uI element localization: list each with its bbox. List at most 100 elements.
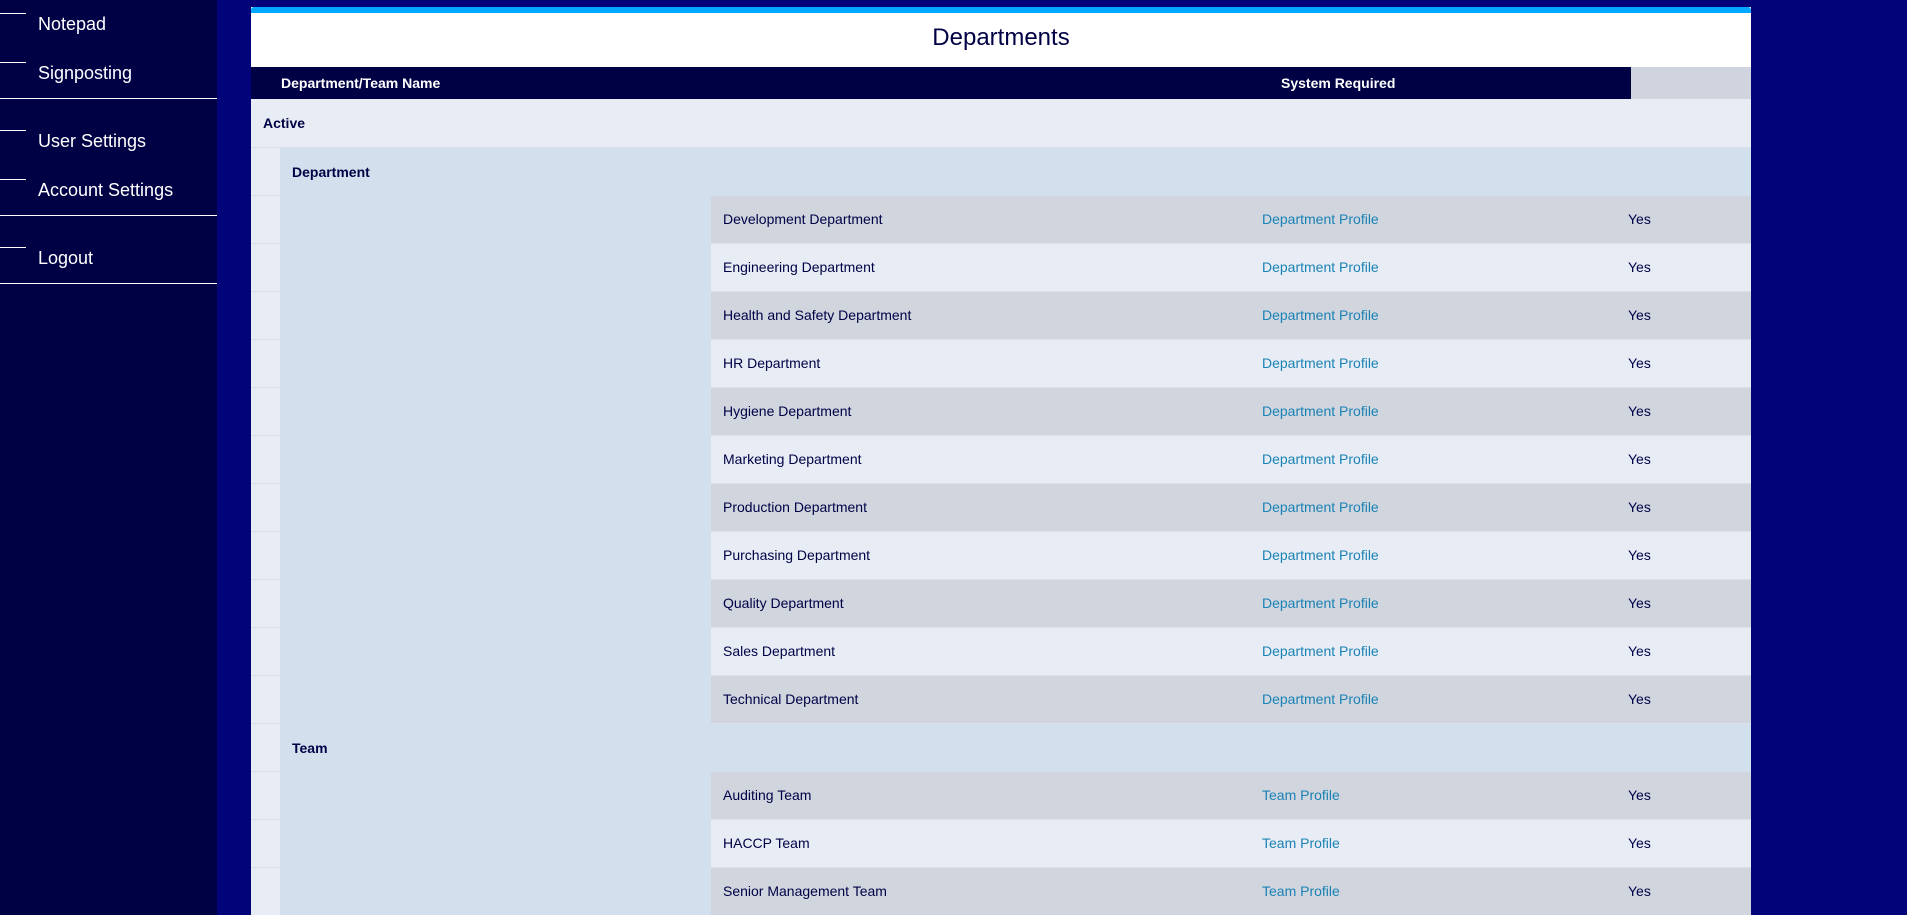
table-row: Development Department Department Profile… bbox=[711, 196, 1751, 244]
system-required-value: Yes bbox=[1628, 307, 1651, 323]
system-required-value: Yes bbox=[1628, 547, 1651, 563]
column-header-system-required[interactable]: System Required bbox=[1281, 67, 1631, 99]
table-row: Auditing Team Team Profile Yes bbox=[711, 772, 1751, 820]
indent-stripe bbox=[251, 724, 280, 772]
nav-divider-tick bbox=[0, 130, 26, 131]
table-row: HR Department Department Profile Yes bbox=[711, 340, 1751, 388]
table-row: HACCP Team Team Profile Yes bbox=[711, 820, 1751, 868]
indent-stripe bbox=[251, 388, 280, 436]
system-required-value: Yes bbox=[1628, 595, 1651, 611]
system-required-value: Yes bbox=[1628, 259, 1651, 275]
indent-stripe bbox=[251, 148, 280, 196]
row-name: Development Department bbox=[723, 211, 883, 227]
profile-link[interactable]: Team Profile bbox=[1262, 772, 1628, 819]
nav-item-signposting[interactable]: Signposting bbox=[0, 49, 217, 98]
sidebar: Notepad Signposting User Settings Accoun… bbox=[0, 0, 217, 915]
nav-item-logout[interactable]: Logout bbox=[0, 234, 217, 283]
nav-divider-tick bbox=[0, 13, 26, 14]
row-name: Purchasing Department bbox=[723, 547, 871, 563]
group-team: Team Auditing Team Team Profile Yes HACCP Te… bbox=[280, 724, 1751, 915]
profile-link[interactable]: Department Profile bbox=[1262, 628, 1628, 675]
profile-link[interactable]: Department Profile bbox=[1262, 196, 1628, 243]
departments-panel: Departments Department/Team Name System … bbox=[251, 7, 1751, 915]
nav-divider-tick bbox=[0, 179, 26, 180]
profile-link[interactable]: Department Profile bbox=[1262, 532, 1628, 579]
profile-link[interactable]: Department Profile bbox=[1262, 292, 1628, 339]
nav-item-label: Signposting bbox=[38, 63, 133, 83]
table-row: Technical Department Department Profile Ye… bbox=[711, 676, 1751, 724]
system-required-value: Yes bbox=[1628, 355, 1651, 371]
table-row: Quality Department Department Profile Yes bbox=[711, 580, 1751, 628]
system-required-value: Yes bbox=[1628, 451, 1651, 467]
profile-link[interactable]: Department Profile bbox=[1262, 388, 1628, 435]
indent-stripe bbox=[251, 196, 280, 244]
nav-item-label: Account Settings bbox=[38, 180, 174, 200]
nav-item-label: Logout bbox=[38, 248, 94, 268]
system-required-value: Yes bbox=[1628, 211, 1651, 227]
system-required-value: Yes bbox=[1628, 499, 1651, 515]
column-header-blank bbox=[1631, 67, 1751, 99]
profile-link[interactable]: Team Profile bbox=[1262, 868, 1628, 915]
indent-stripe bbox=[251, 532, 280, 580]
group-label: Department bbox=[292, 164, 370, 180]
indent-stripe bbox=[251, 772, 280, 820]
table-row: Health and Safety Department Department P… bbox=[711, 292, 1751, 340]
row-name: Health and Safety Department bbox=[723, 307, 912, 323]
profile-link[interactable]: Team Profile bbox=[1262, 820, 1628, 867]
table-row: Purchasing Department Department Profile Y… bbox=[711, 532, 1751, 580]
group-label: Team bbox=[292, 740, 328, 756]
system-required-value: Yes bbox=[1628, 403, 1651, 419]
row-name: HR Department bbox=[723, 355, 821, 371]
page-title: Departments bbox=[251, 13, 1751, 67]
nav-divider-tick bbox=[0, 62, 26, 63]
row-name: Marketing Department bbox=[723, 451, 862, 467]
indent-stripe bbox=[251, 484, 280, 532]
profile-link[interactable]: Department Profile bbox=[1262, 676, 1628, 723]
table-row: Hygiene Department Department Profile Yes bbox=[711, 388, 1751, 436]
row-name: HACCP Team bbox=[723, 835, 810, 851]
profile-link[interactable]: Department Profile bbox=[1262, 244, 1628, 291]
table-row: Production Department Department Profile Y… bbox=[711, 484, 1751, 532]
profile-link[interactable]: Department Profile bbox=[1262, 436, 1628, 483]
nav-group-session: Logout bbox=[0, 234, 217, 284]
indent-stripe bbox=[251, 868, 280, 915]
indent-stripe bbox=[251, 244, 280, 292]
row-name: Production Department bbox=[723, 499, 867, 515]
table-row: Senior Management Team Team Profile Yes bbox=[711, 868, 1751, 915]
indent-stripe bbox=[251, 580, 280, 628]
system-required-value: Yes bbox=[1628, 643, 1651, 659]
row-name: Technical Department bbox=[723, 691, 859, 707]
column-header-name[interactable]: Department/Team Name bbox=[251, 67, 1281, 99]
indent-stripe bbox=[251, 676, 280, 724]
indent-stripe bbox=[251, 292, 280, 340]
status-group-active: Active bbox=[251, 99, 1751, 148]
row-name: Quality Department bbox=[723, 595, 844, 611]
row-name: Hygiene Department bbox=[723, 403, 852, 419]
nav-item-account-settings[interactable]: Account Settings bbox=[0, 166, 217, 215]
row-name: Engineering Department bbox=[723, 259, 875, 275]
table-row: Marketing Department Department Profile Ye… bbox=[711, 436, 1751, 484]
profile-link[interactable]: Department Profile bbox=[1262, 484, 1628, 531]
nav-item-label: User Settings bbox=[38, 131, 147, 151]
indent-stripe bbox=[251, 340, 280, 388]
nav-item-user-settings[interactable]: User Settings bbox=[0, 117, 217, 166]
nav-group-tools: Notepad Signposting bbox=[0, 0, 217, 99]
profile-link[interactable]: Department Profile bbox=[1262, 340, 1628, 387]
nav-item-notepad[interactable]: Notepad bbox=[0, 0, 217, 49]
indent-stripe bbox=[251, 628, 280, 676]
profile-link[interactable]: Department Profile bbox=[1262, 580, 1628, 627]
indent-stripe bbox=[251, 820, 280, 868]
table-row: Sales Department Department Profile Yes bbox=[711, 628, 1751, 676]
nav-divider-tick bbox=[0, 247, 26, 248]
system-required-value: Yes bbox=[1628, 691, 1651, 707]
groups-container: Department Development Department Departme… bbox=[251, 148, 1751, 915]
system-required-value: Yes bbox=[1628, 883, 1651, 899]
row-name: Auditing Team bbox=[723, 787, 812, 803]
group-department: Department Development Department Departme… bbox=[280, 148, 1751, 724]
nav-item-label: Notepad bbox=[38, 14, 107, 34]
table-header: Department/Team Name System Required bbox=[251, 67, 1751, 99]
indent-stripe bbox=[251, 436, 280, 484]
row-name: Sales Department bbox=[723, 643, 836, 659]
row-name: Senior Management Team bbox=[723, 883, 887, 899]
system-required-value: Yes bbox=[1628, 835, 1651, 851]
